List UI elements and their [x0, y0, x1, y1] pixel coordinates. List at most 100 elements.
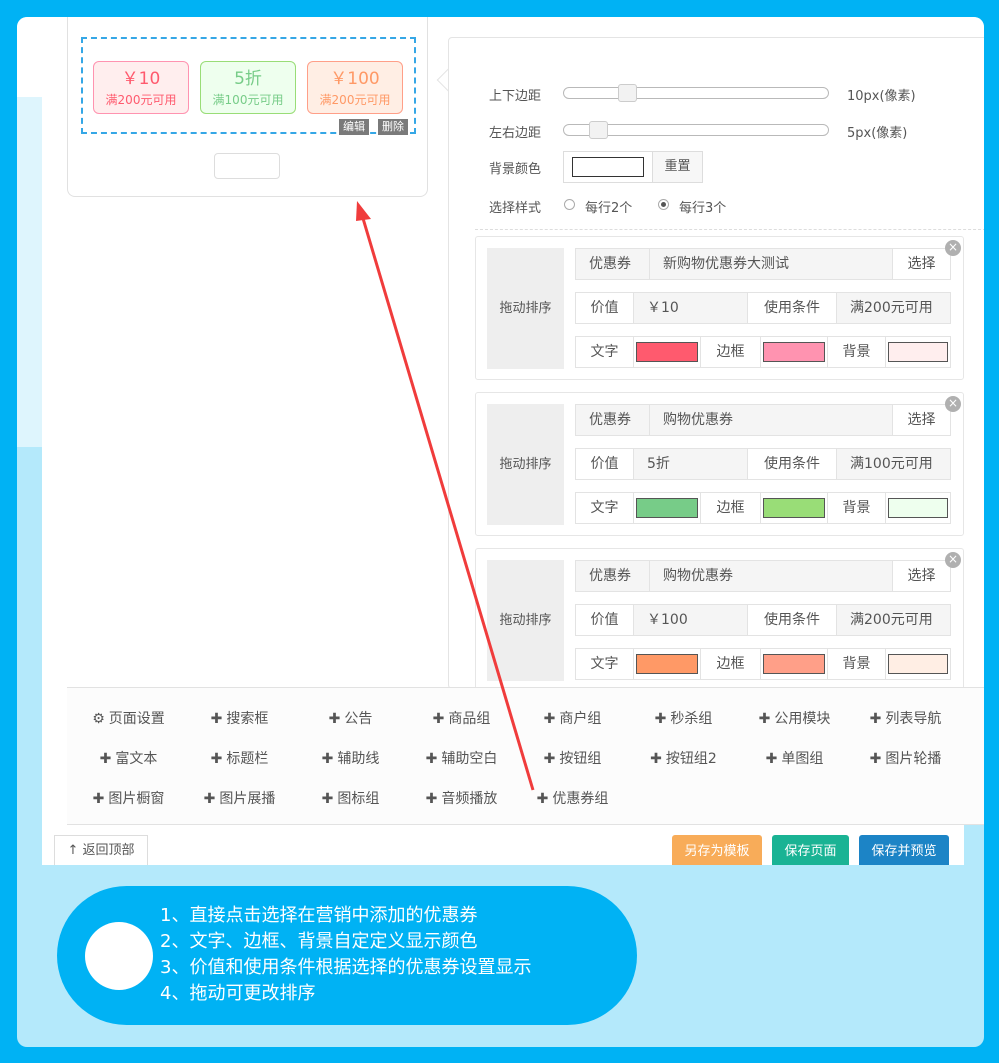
coupon-label: 优惠券	[575, 404, 650, 436]
background-color-picker[interactable]	[563, 151, 653, 183]
select-coupon-button[interactable]: 选择	[892, 404, 951, 436]
module-divider-line[interactable]: ✚ 辅助线	[295, 748, 406, 768]
value-label: 价值	[575, 292, 634, 324]
style-radio-3-per-row[interactable]	[658, 199, 669, 210]
instruction-line: 2、文字、边框、背景自定定义显示颜色	[160, 931, 478, 952]
module-page-settings[interactable]: ⚙ 页面设置	[73, 708, 184, 728]
save-as-template-button[interactable]: 另存为模板	[672, 835, 762, 865]
module-notice[interactable]: ✚ 公告	[295, 708, 406, 728]
preview-placeholder-button[interactable]	[214, 153, 280, 179]
module-label: 页面设置	[108, 711, 165, 727]
bg-color-label: 背景	[827, 492, 886, 524]
module-label: 公用模块	[774, 711, 831, 727]
edit-block-button[interactable]: 编辑	[339, 119, 369, 135]
plus-icon: ✚	[321, 791, 334, 807]
bg-color-picker[interactable]	[885, 336, 951, 368]
module-title-bar[interactable]: ✚ 标题栏	[184, 748, 295, 768]
module-blank-space[interactable]: ✚ 辅助空白	[406, 748, 517, 768]
module-label: 优惠券组	[552, 791, 609, 807]
coupon-settings-panel: 上下边距 10px(像素) 左右边距 5px(像素) 背景颜色 重置 选择样式 …	[448, 37, 984, 692]
module-single-image[interactable]: ✚ 单图组	[739, 748, 850, 768]
plus-icon: ✚	[543, 711, 556, 727]
value-field: ￥10	[633, 292, 748, 324]
plus-icon: ✚	[650, 751, 662, 767]
module-common[interactable]: ✚ 公用模块	[739, 708, 850, 728]
back-to-top-button[interactable]: ↑ 返回顶部	[54, 835, 148, 865]
coupon-item-card: 拖动排序 优惠券 购物优惠券 选择 价值 ￥100 使用条件 满200元可用 文…	[475, 548, 964, 692]
module-audio-player[interactable]: ✚ 音频播放	[406, 788, 517, 808]
module-rich-text[interactable]: ✚ 富文本	[73, 748, 184, 768]
slider-handle[interactable]	[618, 84, 637, 102]
coupon-name-field[interactable]: 购物优惠券	[649, 404, 893, 436]
module-coupon-group[interactable]: ✚ 优惠券组	[517, 788, 628, 808]
select-coupon-button[interactable]: 选择	[892, 560, 951, 592]
border-color-picker[interactable]	[760, 492, 828, 524]
module-label: 公告	[344, 711, 373, 727]
module-label: 列表导航	[885, 711, 942, 727]
module-image-display[interactable]: ✚ 图片展播	[184, 788, 295, 808]
text-color-picker[interactable]	[633, 492, 701, 524]
coupon-preview-1[interactable]: ￥10 满200元可用	[93, 61, 189, 114]
coupon-preview-2[interactable]: 5折 满100元可用	[200, 61, 296, 114]
coupon-preview-condition: 满200元可用	[105, 93, 177, 107]
module-product-group[interactable]: ✚ 商品组	[406, 708, 517, 728]
module-merchant-group[interactable]: ✚ 商户组	[517, 708, 628, 728]
style-select-label: 选择样式	[489, 201, 542, 216]
coupon-preview-condition: 满200元可用	[319, 93, 391, 107]
plus-icon: ✚	[425, 791, 438, 807]
drag-sort-handle[interactable]: 拖动排序	[487, 248, 564, 369]
slider-handle[interactable]	[589, 121, 608, 139]
border-color-label: 边框	[700, 336, 761, 368]
drag-sort-handle[interactable]: 拖动排序	[487, 404, 564, 525]
margin-horizontal-value: 5px(像素)	[847, 126, 908, 141]
coupon-preview-3[interactable]: ￥100 满200元可用	[307, 61, 403, 114]
module-toolbar: ⚙ 页面设置 ✚ 搜索框 ✚ 公告 ✚ 商品组 ✚ 商户组 ✚ 秒杀组 ✚ 公用模块 ✚ 列表导…	[67, 687, 984, 825]
text-color-swatch	[636, 654, 698, 674]
border-color-swatch	[763, 654, 825, 674]
close-icon[interactable]: ×	[945, 552, 961, 568]
bg-color-picker[interactable]	[885, 648, 951, 680]
plus-icon: ✚	[536, 791, 549, 807]
select-coupon-button[interactable]: 选择	[892, 248, 951, 280]
coupon-group-selected-block[interactable]: ￥10 满200元可用 5折 满100元可用 ￥100 满200元可用 编辑 删…	[81, 37, 416, 135]
module-search-box[interactable]: ✚ 搜索框	[184, 708, 295, 728]
bg-color-picker[interactable]	[885, 492, 951, 524]
reset-color-button[interactable]: 重置	[652, 151, 703, 183]
border-color-picker[interactable]	[760, 648, 828, 680]
module-button-group-2[interactable]: ✚ 按钮组2	[628, 748, 739, 768]
bg-color-swatch	[888, 654, 948, 674]
module-label: 图片轮播	[885, 751, 942, 767]
background-color-label: 背景颜色	[489, 162, 542, 177]
module-image-carousel[interactable]: ✚ 图片轮播	[850, 748, 961, 768]
coupon-name-field[interactable]: 新购物优惠券大测试	[649, 248, 893, 280]
module-list-nav[interactable]: ✚ 列表导航	[850, 708, 961, 728]
coupon-name-field[interactable]: 购物优惠券	[649, 560, 893, 592]
delete-block-button[interactable]: 删除	[378, 119, 408, 135]
value-label: 价值	[575, 604, 634, 636]
background-color-swatch	[572, 157, 644, 177]
close-icon[interactable]: ×	[945, 240, 961, 256]
text-color-picker[interactable]	[633, 648, 701, 680]
module-button-group[interactable]: ✚ 按钮组	[517, 748, 628, 768]
margin-vertical-slider[interactable]	[563, 84, 829, 102]
style-radio-2-per-row[interactable]	[564, 199, 575, 210]
module-flash-sale[interactable]: ✚ 秒杀组	[628, 708, 739, 728]
border-color-picker[interactable]	[760, 336, 828, 368]
drag-sort-handle[interactable]: 拖动排序	[487, 560, 564, 681]
module-label: 商品组	[448, 711, 491, 727]
condition-field: 满100元可用	[836, 448, 951, 480]
module-icon-group[interactable]: ✚ 图标组	[295, 788, 406, 808]
border-color-label: 边框	[700, 492, 761, 524]
coupon-label: 优惠券	[575, 248, 650, 280]
save-and-preview-button[interactable]: 保存并预览	[859, 835, 949, 865]
style-radio-label: 每行3个	[679, 201, 727, 216]
text-color-picker[interactable]	[633, 336, 701, 368]
close-icon[interactable]: ×	[945, 396, 961, 412]
text-color-label: 文字	[575, 648, 634, 680]
coupon-preview-value: 5折	[234, 69, 262, 89]
save-page-button[interactable]: 保存页面	[772, 835, 849, 865]
module-image-showcase[interactable]: ✚ 图片橱窗	[73, 788, 184, 808]
bg-color-swatch	[888, 342, 948, 362]
margin-vertical-label: 上下边距	[489, 89, 542, 104]
margin-horizontal-slider[interactable]	[563, 121, 829, 139]
